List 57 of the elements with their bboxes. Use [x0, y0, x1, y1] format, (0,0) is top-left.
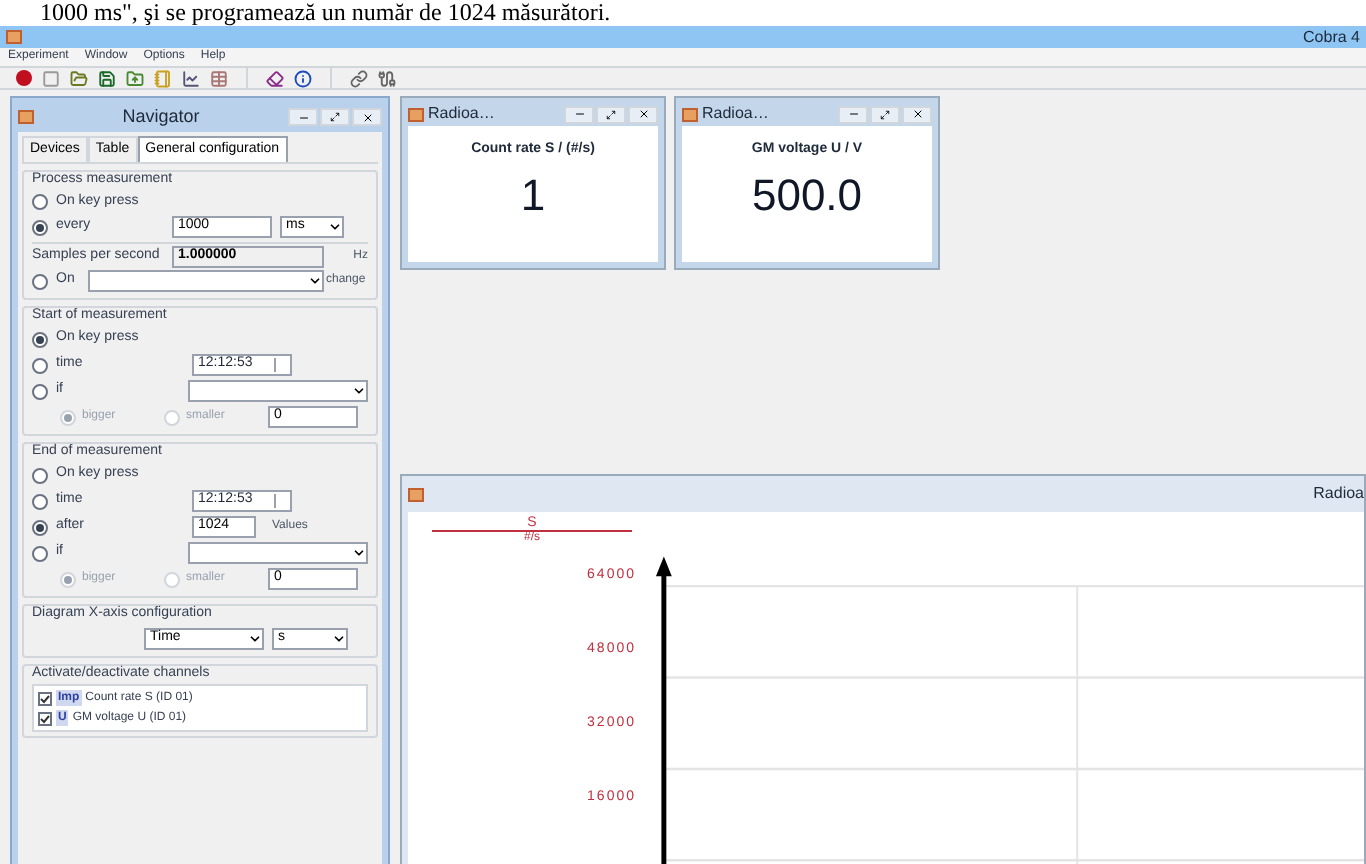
info-icon[interactable]: [294, 69, 312, 87]
radio-button[interactable]: [32, 357, 48, 373]
dropdown[interactable]: [188, 542, 368, 564]
app-logo-icon: [408, 487, 424, 501]
minimize-button[interactable]: [838, 105, 868, 123]
checkbox[interactable]: [38, 711, 52, 725]
radio-button[interactable]: [32, 273, 48, 289]
app-logo-icon: [408, 107, 424, 121]
record-icon[interactable]: [16, 70, 32, 86]
app-logo-icon: [6, 30, 22, 44]
close-icon: [361, 111, 373, 123]
app-logo-icon: [682, 107, 698, 121]
chart-icon[interactable]: [182, 69, 200, 87]
radio-button[interactable]: [32, 545, 48, 561]
table-icon[interactable]: [210, 69, 228, 87]
folder-icon[interactable]: [70, 69, 88, 87]
minimize-button[interactable]: [288, 108, 318, 126]
window-title: Cobra 4: [1303, 25, 1360, 49]
minimize-icon: [847, 108, 859, 120]
checkbox[interactable]: [38, 691, 52, 705]
radio-button[interactable]: [32, 331, 48, 347]
radio-button[interactable]: [32, 194, 48, 210]
radio-button[interactable]: [32, 493, 48, 509]
cable-icon[interactable]: [378, 69, 396, 87]
save-icon[interactable]: [98, 69, 116, 87]
minimize-button[interactable]: [564, 105, 594, 123]
close-icon: [911, 108, 923, 120]
dropdown[interactable]: [188, 380, 368, 402]
document-caption: 1000 ms", şi se programează un număr de 1024 măsurători.: [40, 0, 611, 26]
display-value: 1: [520, 167, 546, 223]
radio-button[interactable]: [32, 519, 48, 535]
radio-button[interactable]: [32, 467, 48, 483]
app-logo-icon: [18, 110, 34, 124]
maximize-button[interactable]: [596, 105, 626, 123]
radio-button[interactable]: [32, 219, 48, 235]
dropdown[interactable]: [88, 270, 324, 292]
maximize-icon: [606, 109, 616, 119]
maximize-button[interactable]: [320, 108, 350, 126]
link-icon[interactable]: [350, 69, 368, 87]
stop-icon[interactable]: [42, 69, 60, 87]
close-icon: [637, 108, 649, 120]
folder-icon[interactable]: [126, 69, 144, 87]
display-value: 500.0: [751, 167, 863, 223]
window-title: Radioa…: [702, 102, 771, 126]
window-title: Radioa…: [428, 102, 497, 126]
maximize-icon: [880, 109, 890, 119]
minimize-icon: [573, 108, 585, 120]
close-button[interactable]: [352, 108, 382, 126]
eraser-icon[interactable]: [266, 69, 284, 87]
window-title: Radioa: [1313, 482, 1364, 506]
panel-title: Navigator: [120, 103, 202, 130]
close-button[interactable]: [902, 105, 932, 123]
radio-button[interactable]: [32, 383, 48, 399]
close-button[interactable]: [628, 105, 658, 123]
maximize-icon: [330, 112, 340, 122]
maximize-button[interactable]: [870, 105, 900, 123]
minimize-icon: [297, 111, 309, 123]
